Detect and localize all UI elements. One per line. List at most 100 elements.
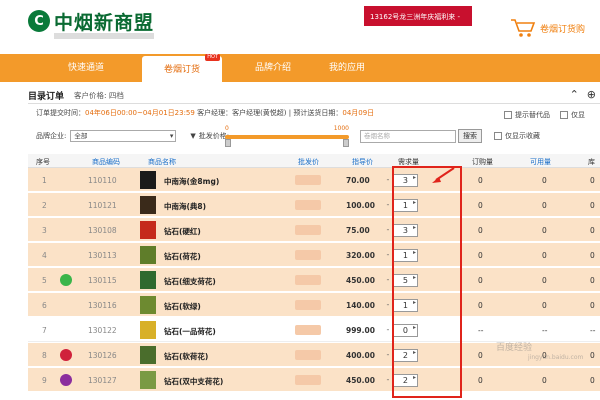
increment-button[interactable]: ▸ — [413, 374, 416, 381]
decrement-button[interactable]: - — [384, 198, 392, 212]
increment-button[interactable]: ▸ — [413, 224, 416, 231]
quantity-stepper[interactable]: -1 ▸ — [384, 198, 428, 212]
quantity-stepper[interactable]: -1 ▸ — [384, 298, 428, 312]
stock-qty: 0 — [590, 176, 595, 185]
cigarette-pack-icon — [140, 171, 156, 189]
th-ordered: 订购量 — [472, 158, 493, 166]
product-name[interactable]: 钻石(软绿) — [164, 301, 201, 312]
decrement-button[interactable]: - — [384, 248, 392, 262]
nav-brand-intro[interactable]: 品牌介绍 — [248, 54, 298, 82]
watermark: 百度经验 — [496, 343, 533, 353]
th-guide[interactable]: 指导价 — [352, 157, 373, 167]
nav-label: 品牌介绍 — [254, 63, 291, 73]
th-name[interactable]: 商品名称 — [148, 157, 176, 167]
increment-button[interactable]: ▸ — [413, 299, 416, 306]
increment-button[interactable]: ▸ — [413, 349, 416, 356]
quantity-stepper[interactable]: -3 ▸ — [384, 173, 428, 187]
product-name[interactable]: 钻石(软荷花) — [164, 351, 208, 362]
ordered-qty: 0 — [478, 301, 483, 310]
product-code: 130126 — [88, 351, 117, 360]
brand-select[interactable]: 全部 — [70, 130, 177, 142]
search-button[interactable]: 搜索 — [458, 129, 482, 143]
product-name[interactable]: 钻石(硬红) — [164, 226, 201, 237]
collapse-icon[interactable]: ⌃ — [570, 88, 579, 101]
decrement-button[interactable]: - — [384, 223, 392, 237]
available-qty: 0 — [542, 251, 547, 260]
increment-button[interactable]: ▸ — [413, 199, 416, 206]
slider-max-handle[interactable] — [343, 139, 349, 147]
checkbox-box[interactable] — [560, 111, 568, 119]
decrement-button[interactable]: - — [384, 348, 392, 362]
cart-link[interactable]: 卷烟订货购 — [510, 18, 585, 38]
checkbox-box[interactable] — [494, 132, 502, 140]
table-row[interactable]: 7 130122 钻石(一品荷花) 999.00 -0 ▸ -- -- -- — [28, 318, 600, 342]
quantity-stepper[interactable]: -2 ▸ — [384, 373, 428, 387]
substitute-checkbox[interactable]: 提示替代品 — [504, 110, 550, 120]
table-row[interactable]: 5 130115 钻石(细支荷花) 450.00 -5 ▸ 0 0 0 — [28, 268, 600, 292]
th-wholesale[interactable]: 批发价 — [298, 157, 319, 167]
quantity-stepper[interactable]: -1 ▸ — [384, 248, 428, 262]
table-row[interactable]: 6 130116 钻石(软绿) 140.00 -1 ▸ 0 0 0 — [28, 293, 600, 317]
guide-price: 320.00 — [346, 251, 375, 260]
increment-button[interactable]: ▸ — [413, 274, 416, 281]
quantity-stepper[interactable]: -5 ▸ — [384, 273, 428, 287]
guide-price: 100.00 — [346, 201, 375, 210]
decrement-button[interactable]: - — [384, 298, 392, 312]
checkbox-box[interactable] — [504, 111, 512, 119]
zoom-icon[interactable]: ⊕ — [587, 88, 596, 101]
nav-label: 我的应用 — [328, 63, 365, 73]
logo[interactable]: C 中烟新商盟 — [28, 8, 154, 34]
stock-qty: 0 — [590, 301, 595, 310]
decrement-button[interactable]: - — [384, 373, 392, 387]
decrement-button[interactable]: - — [384, 273, 392, 287]
page-titlebar: 目录订单 客户价格: 四档 ⌃ ⊕ — [28, 87, 600, 103]
delivery-date: 04月09日 — [342, 109, 375, 117]
th-available[interactable]: 可用量 — [530, 157, 551, 167]
table-row[interactable]: 9 130127 钻石(双中支荷花) 450.00 -2 ▸ 0 0 0 — [28, 368, 600, 392]
increment-button[interactable]: ▸ — [413, 249, 416, 256]
quantity-stepper[interactable]: -2 ▸ — [384, 348, 428, 362]
product-code: 130115 — [88, 276, 117, 285]
logo-mark: C — [28, 10, 50, 32]
increment-button[interactable]: ▸ — [413, 174, 416, 181]
product-code: 130127 — [88, 376, 117, 385]
quantity-stepper[interactable]: -0 ▸ — [384, 323, 428, 337]
search-input[interactable]: 卷烟名称 — [360, 130, 456, 143]
order-info: 订单提交时间：04年06日00:00~04月01日23:59 客户经理：客户经理… — [36, 108, 374, 118]
stock-qty: 0 — [590, 376, 595, 385]
nav-quick-access[interactable]: 快速通道 — [60, 54, 112, 82]
table-row[interactable]: 1 110110 中南海(金8mg) 70.00 -3 ▸ 0 0 0 — [28, 168, 600, 192]
product-name[interactable]: 中南海(典8) — [164, 201, 206, 212]
table-row[interactable]: 3 130108 钻石(硬红) 75.00 -3 ▸ 0 0 0 — [28, 218, 600, 242]
stock-qty: 0 — [590, 276, 595, 285]
wholesale-price-redacted — [295, 350, 321, 360]
price-slider[interactable]: 0 1000 — [225, 125, 353, 150]
table-row[interactable]: 4 130113 钻石(荷花) 320.00 -1 ▸ 0 0 0 — [28, 243, 600, 267]
ordered-qty: 0 — [478, 226, 483, 235]
filter-icon: ▼ — [190, 132, 196, 140]
promo-badge-icon — [60, 374, 72, 386]
increment-button[interactable]: ▸ — [413, 324, 416, 331]
promo-banner[interactable]: 13162号龙三洲年庆福利来 - — [364, 6, 472, 26]
nav-label: 快速通道 — [67, 63, 104, 73]
th-code[interactable]: 商品编码 — [92, 157, 120, 167]
nav-cigarette-order[interactable]: 卷烟订货 HOT — [142, 54, 222, 82]
cigarette-pack-icon — [140, 271, 156, 289]
product-name[interactable]: 中南海(金8mg) — [164, 176, 219, 187]
decrement-button[interactable]: - — [384, 323, 392, 337]
decrement-button[interactable]: - — [384, 173, 392, 187]
product-name[interactable]: 钻石(双中支荷花) — [164, 376, 223, 387]
product-name[interactable]: 钻石(荷花) — [164, 251, 201, 262]
nav-my-apps[interactable]: 我的应用 — [322, 54, 372, 82]
stock-qty: 0 — [590, 226, 595, 235]
row-index: 3 — [42, 226, 47, 235]
table-row[interactable]: 2 110121 中南海(典8) 100.00 -1 ▸ 0 0 0 — [28, 193, 600, 217]
row-index: 4 — [42, 251, 47, 260]
product-name[interactable]: 钻石(一品荷花) — [164, 326, 216, 337]
slider-track[interactable] — [225, 135, 349, 139]
only-show-checkbox[interactable]: 仅显 — [560, 110, 585, 120]
slider-min-handle[interactable] — [225, 139, 231, 147]
quantity-stepper[interactable]: -3 ▸ — [384, 223, 428, 237]
product-name[interactable]: 钻石(细支荷花) — [164, 276, 216, 287]
only-favorites-checkbox[interactable]: 仅显示收藏 — [494, 131, 540, 141]
